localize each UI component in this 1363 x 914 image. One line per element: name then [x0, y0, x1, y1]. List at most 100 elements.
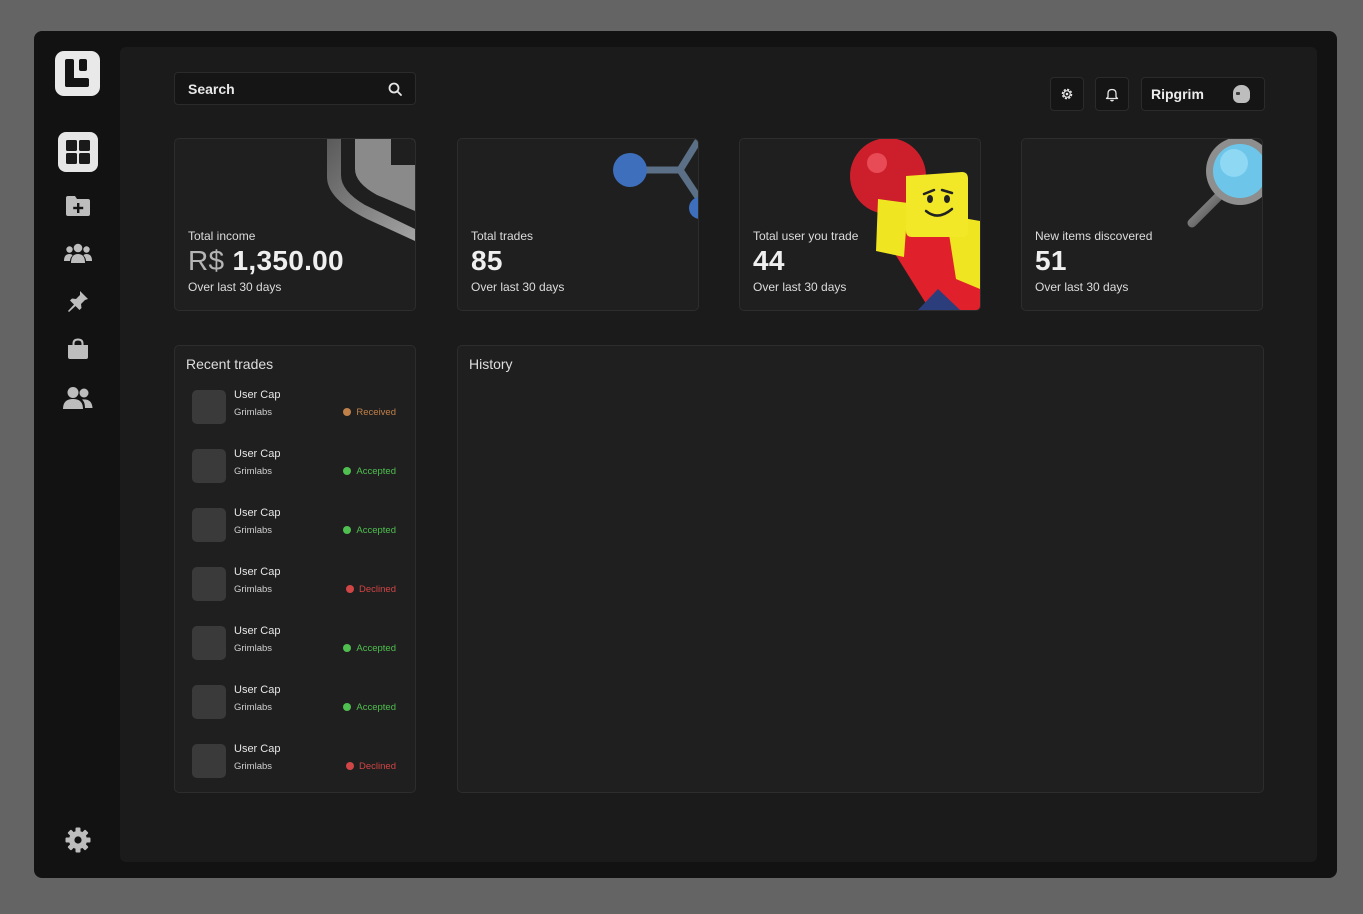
status-dot — [343, 466, 352, 475]
trade-user: Grimlabs — [234, 407, 273, 418]
stat-card-income: Total income R$ 1,350.00 Over last 30 da… — [174, 138, 416, 311]
status-text: Declined — [359, 584, 396, 595]
shield-art-icon — [327, 139, 415, 241]
avatar — [1233, 85, 1250, 103]
sidebar-item-shop[interactable] — [58, 329, 98, 369]
main-panel: Ripgrim Total income R$ 1,350.00 Over la… — [120, 47, 1317, 862]
item-name: User Cap — [234, 448, 281, 460]
item-name: User Cap — [234, 566, 281, 578]
item-thumbnail — [192, 626, 226, 660]
list-item[interactable]: User Cap Grimlabs Accepted — [192, 625, 398, 661]
stat-value: 51 — [1035, 245, 1067, 276]
item-thumbnail — [192, 567, 226, 601]
magnifier-art-icon — [1187, 139, 1262, 228]
sidebar-item-pinned[interactable] — [58, 281, 98, 321]
list-item[interactable]: User Cap Grimlabs Accepted — [192, 684, 398, 720]
status-dot — [346, 761, 355, 770]
settings-button[interactable] — [1050, 77, 1084, 111]
sidebar-item-groups[interactable] — [58, 233, 98, 273]
stat-value: R$ 1,350.00 — [188, 245, 344, 277]
app-window: Ripgrim Total income R$ 1,350.00 Over la… — [34, 31, 1337, 878]
stat-card-trades: Total trades 85 Over last 30 days — [457, 138, 699, 311]
item-name: User Cap — [234, 743, 281, 755]
gear-icon — [65, 827, 91, 853]
character-balloon-art-icon — [850, 139, 980, 310]
trade-user: Grimlabs — [234, 702, 273, 713]
stat-label: Total income — [188, 229, 256, 243]
list-item[interactable]: User Cap Grimlabs Declined — [192, 743, 398, 779]
status-badge: Accepted — [343, 643, 396, 654]
stat-amount: 1,350.00 — [232, 245, 344, 276]
status-text: Declined — [359, 761, 396, 772]
stat-label: New items discovered — [1035, 229, 1153, 243]
status-badge: Declined — [346, 584, 396, 595]
list-item[interactable]: User Cap Grimlabs Accepted — [192, 448, 398, 484]
item-name: User Cap — [234, 625, 281, 637]
status-text: Received — [356, 407, 396, 418]
username: Ripgrim — [1151, 86, 1204, 102]
recent-trades-panel: Recent trades User Cap Grimlabs Received… — [174, 345, 416, 793]
stat-period: Over last 30 days — [1035, 280, 1129, 294]
search-input[interactable] — [175, 73, 375, 104]
panel-title: History — [469, 356, 513, 372]
search-icon[interactable] — [388, 82, 402, 96]
trade-user: Grimlabs — [234, 643, 273, 654]
item-thumbnail — [192, 744, 226, 778]
pin-icon — [68, 291, 88, 312]
status-dot — [343, 407, 352, 416]
stat-card-items: New items discovered 51 Over last 30 day… — [1021, 138, 1263, 311]
notifications-button[interactable] — [1095, 77, 1129, 111]
search-box — [174, 72, 416, 105]
stat-value: 85 — [471, 245, 503, 276]
app-logo[interactable] — [55, 51, 100, 96]
status-badge: Accepted — [343, 466, 396, 477]
status-badge: Accepted — [343, 525, 396, 536]
status-text: Accepted — [356, 702, 396, 713]
panel-title: Recent trades — [186, 356, 274, 372]
list-item[interactable]: User Cap Grimlabs Accepted — [192, 507, 398, 543]
status-text: Accepted — [356, 643, 396, 654]
shopping-bag-icon — [68, 338, 88, 359]
gear-icon — [1061, 88, 1073, 100]
status-dot — [343, 525, 352, 534]
item-name: User Cap — [234, 389, 281, 401]
status-dot — [343, 702, 352, 711]
item-name: User Cap — [234, 684, 281, 696]
sidebar-item-dashboard[interactable] — [58, 132, 98, 172]
list-item[interactable]: User Cap Grimlabs Received — [192, 389, 398, 425]
stat-card-users: Total user you trade 44 Over last 30 day… — [739, 138, 981, 311]
stat-value: 44 — [753, 245, 785, 276]
trade-user: Grimlabs — [234, 584, 273, 595]
sidebar-item-new-folder[interactable] — [58, 186, 98, 226]
item-thumbnail — [192, 390, 226, 424]
currency-symbol: R$ — [188, 245, 225, 276]
stat-period: Over last 30 days — [753, 280, 847, 294]
sidebar-item-friends[interactable] — [58, 378, 98, 418]
dashboard-grid-icon — [66, 140, 90, 164]
nodes-art-icon — [613, 139, 698, 219]
item-thumbnail — [192, 685, 226, 719]
trade-user: Grimlabs — [234, 525, 273, 536]
status-badge: Declined — [346, 761, 396, 772]
history-panel: History — [457, 345, 1264, 793]
user-menu[interactable]: Ripgrim — [1141, 77, 1265, 111]
status-text: Accepted — [356, 525, 396, 536]
status-dot — [346, 584, 355, 593]
sidebar — [34, 31, 120, 878]
stat-period: Over last 30 days — [188, 280, 282, 294]
stat-period: Over last 30 days — [471, 280, 565, 294]
user-friends-icon — [63, 387, 93, 409]
list-item[interactable]: User Cap Grimlabs Declined — [192, 566, 398, 602]
stat-label: Total user you trade — [753, 229, 859, 243]
folder-plus-icon — [66, 196, 90, 216]
status-dot — [343, 643, 352, 652]
status-text: Accepted — [356, 466, 396, 477]
status-badge: Received — [343, 407, 396, 418]
item-name: User Cap — [234, 507, 281, 519]
sidebar-settings[interactable] — [58, 820, 98, 860]
trade-user: Grimlabs — [234, 761, 273, 772]
users-group-icon — [64, 243, 92, 263]
stat-label: Total trades — [471, 229, 534, 243]
bell-icon — [1105, 88, 1119, 101]
status-badge: Accepted — [343, 702, 396, 713]
